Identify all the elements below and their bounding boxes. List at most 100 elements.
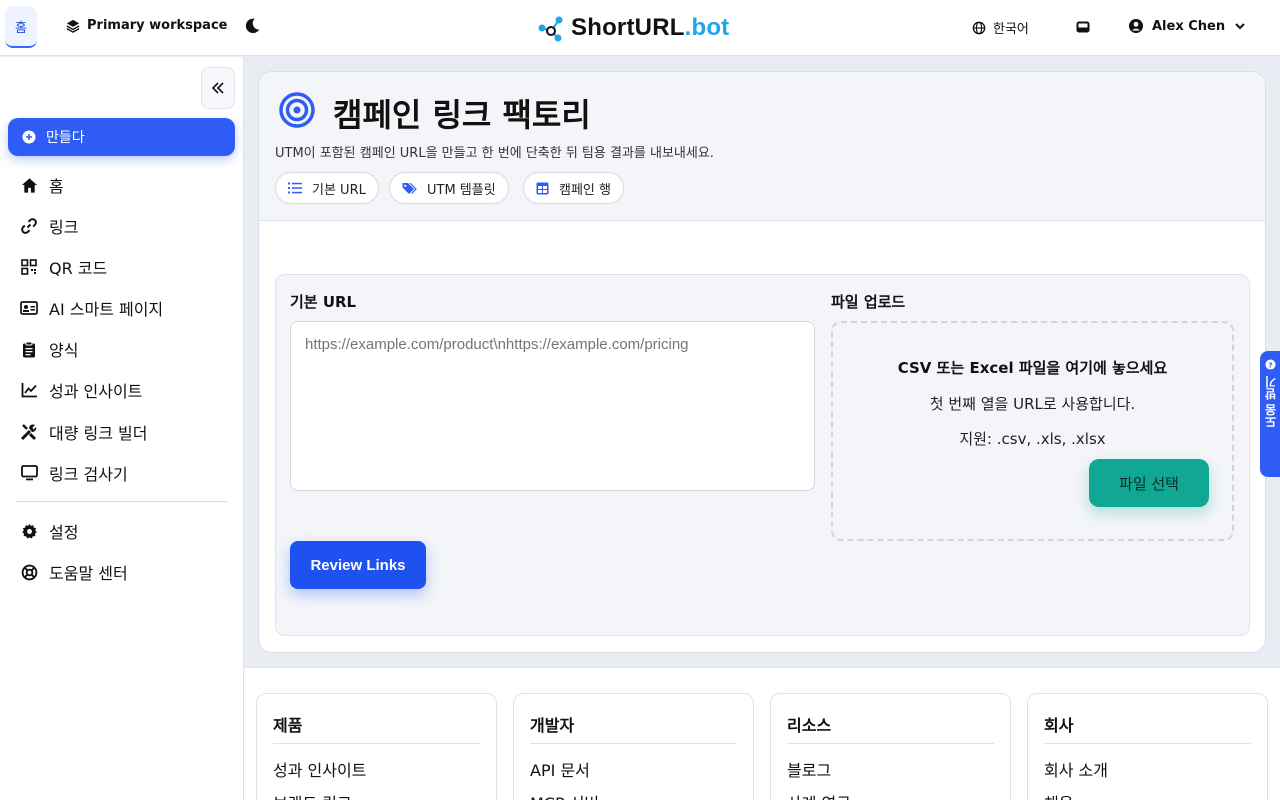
sidebar-item-label: 대량 링크 빌더 [49, 424, 148, 443]
card-header: 캠페인 링크 팩토리 UTM이 포함된 캠페인 URL을 만들고 한 번에 단축… [259, 72, 1265, 221]
tab-label: UTM 템플릿 [427, 182, 496, 198]
link-icon [21, 218, 37, 234]
id-card-icon [20, 301, 38, 315]
theme-toggle[interactable] [243, 17, 261, 39]
page-subtitle: UTM이 포함된 캠페인 URL을 만들고 한 번에 단축한 뒤 팀용 결과를 … [275, 146, 714, 161]
inbox-icon [1076, 21, 1090, 33]
user-avatar-icon [1129, 19, 1143, 33]
collapse-sidebar-button[interactable] [201, 67, 235, 109]
svg-text:?: ? [1268, 360, 1272, 369]
footer-column-product: 제품 성과 인사이트 브랜드 링크 [256, 693, 497, 800]
page-title: 캠페인 링크 팩토리 [333, 96, 591, 134]
layers-icon [66, 19, 80, 33]
file-drop-zone[interactable]: CSV 또는 Excel 파일을 여기에 놓으세요 첫 번째 열을 URL로 사… [831, 321, 1234, 541]
sidebar-item-label: 홈 [49, 177, 64, 196]
footer-link[interactable]: 블로그 [787, 757, 831, 781]
sidebar-item-label: 설정 [49, 523, 79, 542]
clipboard-icon [23, 341, 35, 357]
plus-circle-icon [22, 130, 36, 144]
gear-icon [21, 523, 37, 538]
sidebar-item-label: QR 코드 [49, 259, 108, 278]
lifebuoy-icon [21, 564, 37, 580]
logo-text: ShortURL [571, 14, 685, 41]
footer-column-developers: 개발자 API 문서 MCP 서버 [513, 693, 754, 800]
footer-column-title: 회사 [1044, 716, 1074, 735]
sidebar-item-label: 링크 [49, 218, 79, 237]
help-side-tab[interactable]: ? 도움 받기 [1260, 351, 1280, 477]
sidebar-item-ai-pages[interactable]: AI 스마트 페이지 [20, 296, 163, 320]
top-bar: 홈 Primary workspace ShortURL.bot 한국어 Ale… [0, 0, 1280, 56]
dropzone-formats: 지원: .csv, .xls, .xlsx [959, 430, 1106, 448]
logo-suffix: .bot [684, 14, 730, 41]
user-menu[interactable]: Alex Chen [1128, 18, 1247, 34]
workspace-name: Primary workspace [87, 18, 228, 33]
sidebar-item-forms[interactable]: 양식 [20, 337, 78, 361]
sidebar: 만들다 홈 링크 QR 코드 AI 스마트 페이지 양식 성과 인사이트 대량 … [0, 57, 244, 800]
moon-icon [245, 18, 260, 34]
user-name: Alex Chen [1152, 18, 1226, 34]
campaign-factory-card: 캠페인 링크 팩토리 UTM이 포함된 캠페인 URL을 만들고 한 번에 단축… [258, 71, 1266, 653]
sidebar-item-label: 도움말 센터 [49, 564, 128, 583]
footer-link[interactable]: 회사 소개 [1044, 757, 1108, 781]
chevron-down-icon [1235, 23, 1245, 30]
sidebar-item-settings[interactable]: 설정 [20, 519, 78, 543]
footer-link[interactable]: MCP 서버 [530, 790, 599, 800]
bullseye-icon [279, 92, 315, 128]
footer-link[interactable]: API 문서 [530, 757, 590, 781]
file-upload-label: 파일 업로드 [831, 293, 906, 311]
sidebar-item-bulk-builder[interactable]: 대량 링크 빌더 [20, 420, 148, 444]
footer-column-title: 제품 [273, 716, 303, 735]
question-circle-icon: ? [1264, 359, 1276, 370]
sidebar-item-qr-codes[interactable]: QR 코드 [20, 255, 107, 279]
language-label: 한국어 [993, 22, 1029, 37]
qr-icon [21, 259, 37, 275]
sidebar-item-label: 양식 [49, 341, 79, 360]
url-input-panel: 기본 URL Review Links 파일 업로드 CSV 또는 Excel … [275, 274, 1250, 636]
footer-column-title: 리소스 [787, 716, 832, 735]
dropzone-hint: 첫 번째 열을 URL로 사용합니다. [929, 395, 1136, 413]
logo[interactable]: ShortURL.bot [537, 14, 729, 42]
tags-icon [402, 182, 417, 194]
review-links-button[interactable]: Review Links [290, 541, 426, 589]
base-url-textarea[interactable] [290, 321, 815, 491]
logo-icon [538, 16, 563, 42]
footer-link[interactable]: 성과 인사이트 [273, 757, 366, 781]
home-icon [21, 177, 37, 193]
inbox-button[interactable] [1075, 19, 1091, 39]
tab-campaign-rows[interactable]: 캠페인 행 [523, 172, 624, 204]
monitor-icon [20, 465, 38, 481]
sidebar-item-label: 링크 검사기 [49, 465, 128, 484]
sidebar-item-home[interactable]: 홈 [20, 173, 64, 197]
sidebar-item-label: 성과 인사이트 [49, 382, 143, 401]
language-selector[interactable]: 한국어 [972, 18, 1029, 37]
footer: 제품 성과 인사이트 브랜드 링크 개발자 API 문서 MCP 서버 리소스 … [244, 667, 1280, 800]
tab-base-url[interactable]: 기본 URL [275, 172, 379, 204]
home-tab[interactable]: 홈 [5, 6, 37, 48]
sidebar-item-help-center[interactable]: 도움말 센터 [20, 560, 128, 584]
table-icon [536, 182, 549, 194]
choose-file-button[interactable]: 파일 선택 [1089, 459, 1209, 507]
sidebar-divider [16, 501, 227, 502]
footer-column-resources: 리소스 블로그 사례 연구 [770, 693, 1011, 800]
sidebar-item-links[interactable]: 링크 [20, 214, 78, 238]
chart-line-icon [21, 383, 37, 398]
workspace-switcher[interactable]: Primary workspace [66, 18, 227, 33]
footer-link[interactable]: 사례 연구 [787, 790, 851, 800]
create-label: 만들다 [46, 130, 85, 146]
tab-label: 캠페인 행 [559, 182, 611, 198]
help-side-tab-label: 도움 받기 [1263, 376, 1278, 429]
sidebar-item-label: AI 스마트 페이지 [49, 300, 164, 319]
sidebar-item-link-checker[interactable]: 링크 검사기 [20, 461, 128, 485]
list-icon [288, 182, 302, 194]
base-url-label: 기본 URL [290, 293, 357, 311]
tools-icon [20, 424, 37, 441]
footer-column-company: 회사 회사 소개 채용 [1027, 693, 1268, 800]
double-chevron-left-icon [211, 82, 224, 94]
footer-link[interactable]: 채용 [1044, 790, 1073, 800]
create-button[interactable]: 만들다 [8, 118, 235, 156]
sidebar-item-insights[interactable]: 성과 인사이트 [20, 378, 142, 402]
tab-utm-template[interactable]: UTM 템플릿 [389, 172, 509, 204]
tab-label: 기본 URL [312, 182, 366, 198]
footer-link[interactable]: 브랜드 링크 [273, 790, 352, 800]
globe-icon [972, 21, 986, 34]
